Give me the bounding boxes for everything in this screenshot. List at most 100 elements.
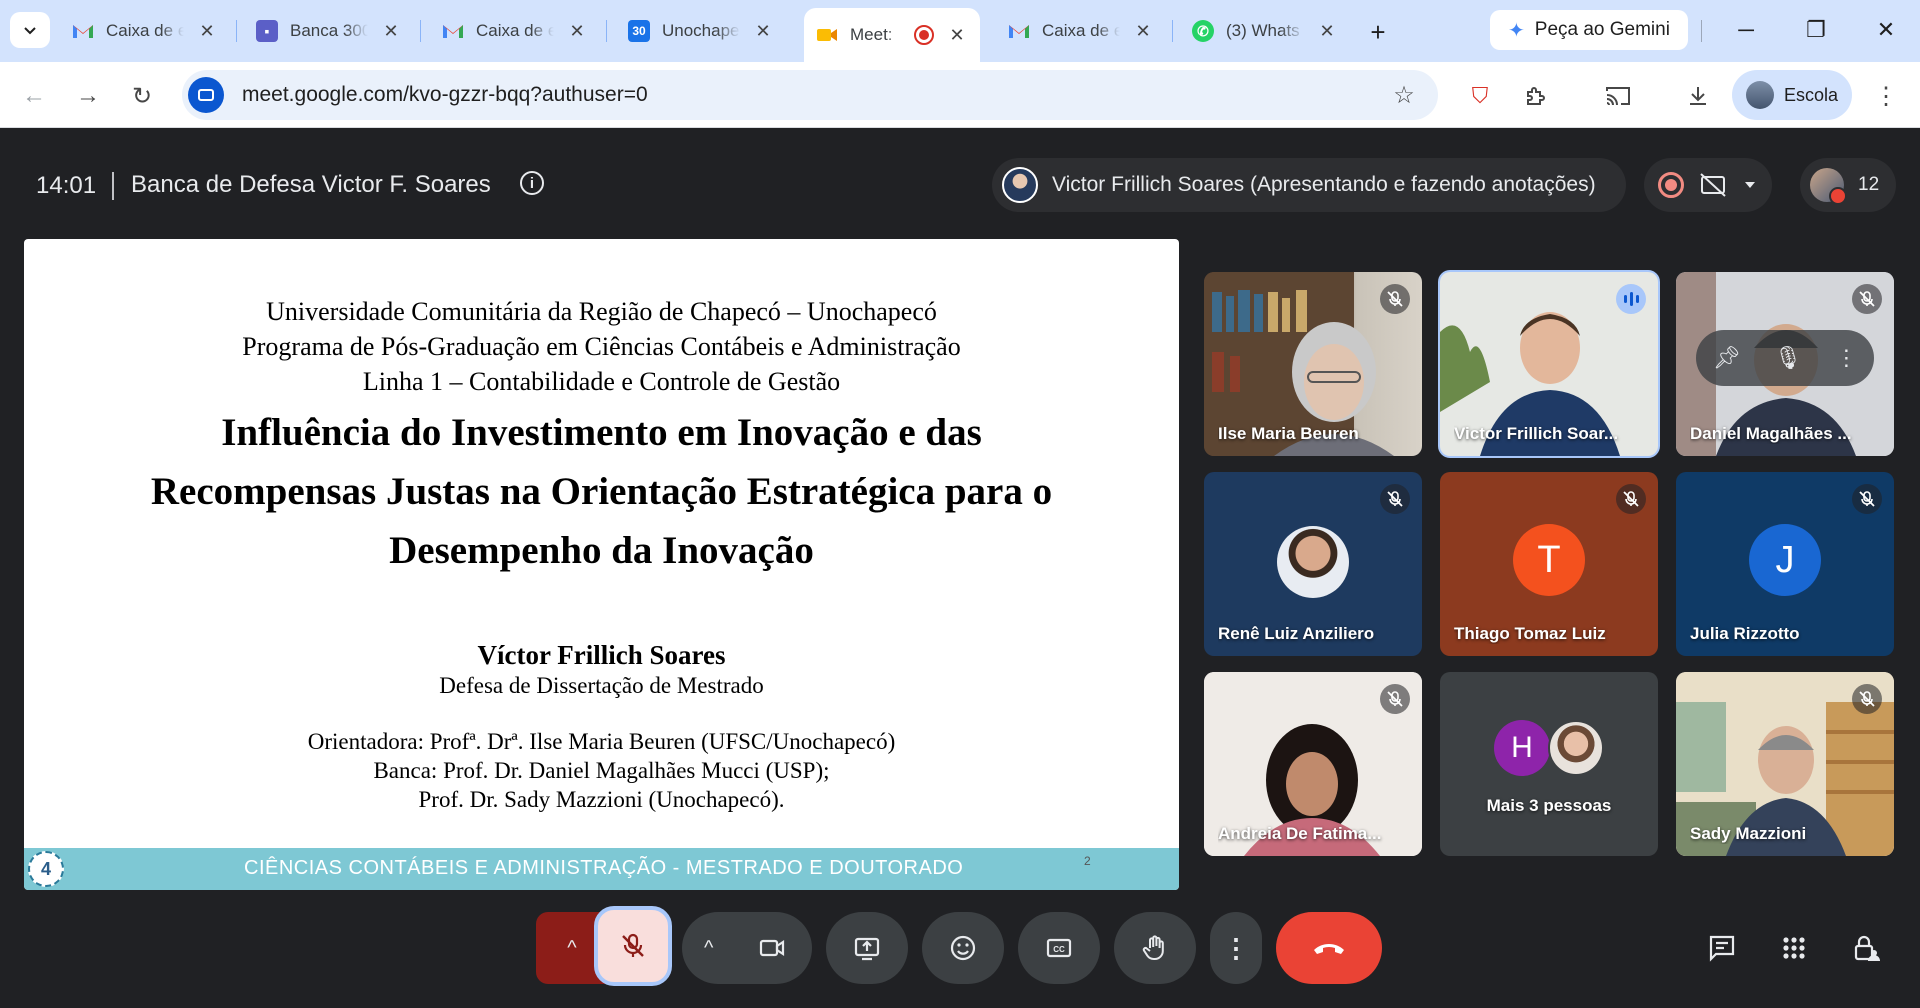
presentation-slide: Universidade Comunitária da Região de Ch… [24, 239, 1179, 890]
pin-icon[interactable]: 📌︎ [1713, 345, 1741, 371]
browser-tab-strip: Caixa de e ✕ ▪ Banca 300 ✕ Caixa de e ✕ … [0, 0, 1920, 62]
participant-tile[interactable]: T Thiago Tomaz Luiz [1440, 472, 1658, 656]
back-button[interactable]: ← [16, 78, 52, 114]
new-tab-button[interactable]: + [1360, 14, 1396, 50]
participant-tile[interactable]: Sady Mazzioni [1676, 672, 1894, 856]
present-screen-button[interactable] [826, 912, 908, 984]
tab-whatsapp[interactable]: ✆ (3) Whats ✕ [1180, 10, 1350, 52]
tab-gmail-3[interactable]: Caixa de e ✕ [996, 10, 1166, 52]
slide-page-number: 2 [1084, 854, 1091, 868]
tab-calendar[interactable]: 30 Unochape ✕ [616, 10, 786, 52]
participant-initial-avatar: H [1494, 720, 1550, 776]
close-tab-icon[interactable]: ✕ [1316, 21, 1338, 42]
participant-tile[interactable]: Ilse Maria Beuren [1204, 272, 1422, 456]
meet-icon [816, 24, 838, 46]
gemini-button[interactable]: ✦ Peça ao Gemini [1490, 10, 1688, 50]
tab-title: Unochape [662, 21, 740, 40]
activities-button[interactable] [1774, 928, 1814, 968]
close-tab-icon[interactable]: ✕ [196, 21, 218, 42]
tab-search-button[interactable] [10, 12, 50, 48]
participant-tile[interactable]: J Julia Rizzotto [1676, 472, 1894, 656]
url-text[interactable]: meet.google.com/kvo-gzzr-bqq?authuser=0 [242, 83, 1384, 107]
bookmark-star-icon[interactable]: ☆ [1384, 81, 1424, 110]
slide-author: Víctor Frillich Soares [477, 640, 726, 670]
dropdown-arrow-icon [1745, 182, 1755, 188]
close-tab-icon[interactable]: ✕ [380, 21, 402, 42]
presenter-status-chip[interactable]: Victor Frillich Soares (Apresentando e f… [992, 158, 1626, 212]
teams-icon: ▪ [256, 20, 278, 42]
slide-footer-band: 4 CIÊNCIAS CONTÁBEIS E ADMINISTRAÇÃO - M… [24, 848, 1179, 890]
participant-avatar [1277, 526, 1349, 598]
profile-button[interactable]: Escola [1732, 70, 1852, 120]
camera-icon[interactable] [758, 934, 786, 962]
reload-button[interactable]: ↻ [124, 78, 160, 114]
participant-tile-speaking[interactable]: Victor Frillich Soar... [1438, 270, 1660, 458]
slide-advisor: Orientadora: Profª. Drª. Ilse Maria Beur… [307, 729, 896, 754]
tab-gmail-2[interactable]: Caixa de e ✕ [430, 10, 600, 52]
participant-count: 12 [1858, 174, 1880, 195]
tab-title: Meet: [850, 25, 893, 44]
gemini-button-label: Peça ao Gemini [1534, 19, 1670, 40]
participants-button[interactable]: 12 [1800, 158, 1896, 212]
whatsapp-icon: ✆ [1192, 20, 1214, 42]
meet-site-icon[interactable] [188, 77, 224, 113]
address-bar[interactable]: meet.google.com/kvo-gzzr-bqq?authuser=0 … [182, 70, 1438, 120]
captions-button[interactable]: CC [1018, 912, 1100, 984]
chevron-down-icon [24, 27, 36, 35]
minimize-button[interactable]: ─ [1716, 10, 1776, 50]
tab-gmail-1[interactable]: Caixa de e ✕ [60, 10, 230, 52]
participant-name: Thiago Tomaz Luiz [1454, 624, 1606, 643]
more-participants-tile[interactable]: H Mais 3 pessoas [1440, 672, 1658, 856]
tab-meet-active[interactable]: Meet: ✕ [804, 8, 980, 62]
participant-name: Ilse Maria Beuren [1218, 424, 1359, 443]
gmail-icon [1008, 20, 1030, 42]
browser-menu-icon[interactable]: ⋮ [1868, 78, 1904, 114]
tab-separator [236, 20, 237, 42]
participant-tile[interactable]: Renê Luiz Anziliero [1204, 472, 1422, 656]
recording-chip[interactable] [1644, 158, 1772, 212]
close-tab-icon[interactable]: ✕ [752, 21, 774, 42]
restore-button[interactable]: ❐ [1786, 10, 1846, 50]
presenter-avatar [1002, 167, 1038, 203]
slide-institution-line: Universidade Comunitária da Região de Ch… [266, 297, 937, 326]
tab-title: Caixa de e [1042, 21, 1120, 40]
download-icon[interactable] [1680, 78, 1716, 114]
cast-icon[interactable] [1600, 78, 1636, 114]
slide-footer-text: CIÊNCIAS CONTÁBEIS E ADMINISTRAÇÃO - MES… [244, 857, 964, 879]
extensions-puzzle-icon[interactable] [1518, 78, 1554, 114]
participant-tile[interactable]: Andreia De Fatima... [1204, 672, 1422, 856]
close-tab-icon[interactable]: ✕ [1132, 21, 1154, 42]
slide-program-line: Programa de Pós-Graduação em Ciências Co… [242, 332, 961, 361]
raise-hand-button[interactable] [1114, 912, 1196, 984]
close-tab-icon[interactable]: ✕ [946, 25, 968, 46]
participant-tile-hovered[interactable]: 📌︎ 🎙︎ ⋮ Daniel Magalhães ... [1676, 272, 1894, 456]
muted-mic-icon [1380, 484, 1410, 514]
more-options-icon[interactable]: ⋮ [1835, 345, 1857, 371]
more-options-button[interactable]: ⋮ [1210, 912, 1262, 984]
host-controls-button[interactable] [1846, 928, 1886, 968]
microphone-toggle-button[interactable] [594, 906, 672, 986]
muted-mic-icon [1616, 484, 1646, 514]
extension-shield-icon[interactable]: ⛉ [1462, 78, 1498, 114]
reactions-button[interactable] [922, 912, 1004, 984]
participant-initial-avatar: J [1749, 524, 1821, 597]
meeting-info-icon[interactable]: i [520, 171, 544, 195]
close-window-button[interactable]: ✕ [1856, 10, 1916, 50]
forward-button[interactable]: → [70, 78, 106, 114]
camera-control-group: ^ [682, 912, 812, 984]
participant-avatar [1548, 720, 1604, 776]
leave-call-button[interactable] [1276, 912, 1382, 984]
chat-button[interactable] [1702, 928, 1742, 968]
participant-name: Victor Frillich Soar... [1454, 424, 1619, 443]
muted-mic-icon [1380, 684, 1410, 714]
gemini-sparkle-icon: ✦ [1508, 19, 1525, 42]
slide-title: Influência do Investimento em Inovação e… [64, 403, 1139, 580]
participant-initial-avatar: T [1513, 524, 1585, 597]
chevron-up-icon[interactable]: ^ [704, 937, 713, 960]
tab-teams[interactable]: ▪ Banca 300 ✕ [244, 10, 414, 52]
participant-name: Julia Rizzotto [1690, 624, 1800, 643]
present-screen-icon [854, 937, 880, 961]
reload-icon: ↻ [131, 82, 153, 110]
mute-participant-icon[interactable]: 🎙︎ [1774, 345, 1802, 371]
close-tab-icon[interactable]: ✕ [566, 21, 588, 42]
